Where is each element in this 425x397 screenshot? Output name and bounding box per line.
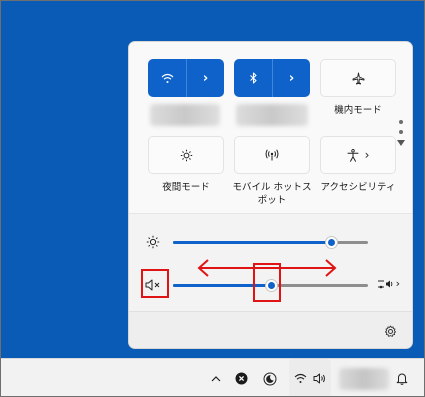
tray-app-button[interactable]: [232, 359, 250, 397]
tile-pager[interactable]: [397, 120, 405, 146]
accessibility-tile[interactable]: ›: [320, 136, 396, 174]
close-circle-icon: [235, 372, 248, 385]
annotation-box-mute-icon: [141, 269, 169, 298]
hotspot-icon: [265, 149, 279, 161]
wifi-icon: [294, 373, 307, 384]
notifications-button[interactable]: [393, 359, 411, 397]
airplane-mode-tile[interactable]: [320, 59, 396, 97]
settings-button[interactable]: [382, 323, 398, 339]
night-light-label: 夜間モード: [162, 182, 210, 193]
brightness-slider[interactable]: [173, 237, 368, 248]
bluetooth-toggle[interactable]: [234, 59, 272, 97]
scroll-down-icon[interactable]: [397, 140, 405, 146]
wifi-icon: [161, 73, 174, 84]
page-dot-icon[interactable]: [399, 130, 403, 134]
brightness-row: [129, 232, 412, 252]
panel-footer: [129, 311, 412, 348]
mobile-hotspot-tile[interactable]: [234, 136, 310, 174]
wifi-expand-button[interactable]: ›: [186, 59, 224, 97]
wifi-network-name-blurred: [150, 104, 220, 126]
bluetooth-expand-button[interactable]: ›: [272, 59, 310, 97]
brightness-slider-thumb[interactable]: [325, 237, 337, 248]
airplane-mode-label: 機内モード: [334, 105, 382, 116]
chevron-right-icon: ›: [364, 148, 370, 162]
taskbar: [0, 358, 425, 397]
audio-output-button[interactable]: ›: [377, 277, 400, 290]
airplane-icon: [352, 72, 365, 85]
accessibility-label: アクセシビリティ: [320, 182, 396, 193]
quick-settings-tiles-area: › › 機内モード 夜間モード モバイル ホットスポット › アクセシビリティ: [129, 42, 412, 213]
accessibility-icon: [347, 148, 359, 162]
chevron-right-icon: ›: [202, 70, 209, 86]
bluetooth-device-name-blurred: [236, 104, 308, 126]
sun-icon: [145, 234, 161, 250]
night-light-tile[interactable]: [148, 136, 224, 174]
brightness-slider-fill: [173, 241, 331, 244]
show-hidden-icons-button[interactable]: [207, 359, 225, 397]
mobile-hotspot-label: モバイル ホットスポット: [232, 182, 312, 206]
night-light-icon: [180, 149, 193, 162]
network-volume-button[interactable]: [289, 359, 331, 397]
quick-settings-panel: › › 機内モード 夜間モード モバイル ホットスポット › アクセシビリティ …: [128, 41, 413, 349]
focus-moon-icon: [263, 372, 277, 386]
focus-assist-button[interactable]: [261, 359, 279, 397]
wifi-toggle[interactable]: [148, 59, 186, 97]
clock-blurred[interactable]: [339, 368, 389, 390]
bluetooth-tile[interactable]: ›: [234, 59, 310, 97]
audio-output-icon: [377, 278, 393, 290]
page-dot-icon[interactable]: [399, 120, 403, 124]
speaker-icon: [313, 373, 326, 384]
chevron-up-icon: [211, 375, 221, 382]
gear-icon: [384, 325, 397, 338]
wifi-tile[interactable]: ›: [148, 59, 224, 97]
chevron-right-icon: ›: [395, 277, 400, 290]
chevron-right-icon: ›: [288, 70, 295, 86]
bell-icon: [396, 372, 408, 385]
annotation-double-arrow: [197, 259, 337, 277]
bluetooth-icon: [249, 72, 258, 84]
